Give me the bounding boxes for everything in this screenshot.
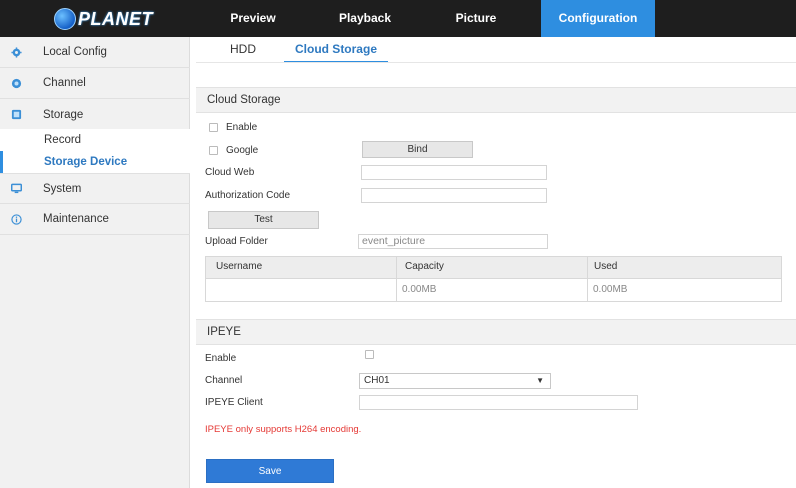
cloud-account-table: Username Capacity Used 0.00MB 0.00MB	[205, 256, 782, 302]
test-button[interactable]: Test	[208, 211, 319, 229]
tab-hdd[interactable]: HDD	[213, 37, 273, 63]
auth-code-label: Authorization Code	[205, 190, 291, 201]
ipeye-heading: IPEYE	[196, 319, 796, 345]
sidebar-item-label: System	[43, 182, 82, 195]
top-navigation-bar: PLANET Preview Playback Picture Configur…	[0, 0, 796, 37]
cloud-enable-checkbox[interactable]	[209, 123, 218, 132]
ipeye-enable-label: Enable	[205, 353, 237, 364]
ipeye-channel-label: Channel	[205, 375, 243, 386]
google-checkbox[interactable]	[209, 146, 218, 155]
sidebar-subitem-record[interactable]: Record	[0, 129, 190, 151]
column-header-capacity: Capacity	[405, 261, 444, 272]
ipeye-channel-select[interactable]: CH01 ▼	[359, 373, 551, 389]
sidebar-item-local-config[interactable]: Local Config	[0, 37, 190, 68]
camera-icon	[11, 78, 22, 88]
monitor-icon	[11, 183, 22, 194]
globe-icon	[54, 8, 76, 30]
column-header-username: Username	[216, 261, 263, 272]
info-icon	[11, 213, 22, 225]
column-header-used: Used	[594, 261, 618, 272]
sidebar-item-maintenance[interactable]: Maintenance	[0, 204, 190, 235]
table-cell-capacity: 0.00MB	[402, 284, 437, 295]
tab-picture[interactable]: Picture	[434, 0, 518, 37]
auth-code-input[interactable]	[361, 188, 547, 203]
upload-folder-input[interactable]: event_picture	[358, 234, 548, 249]
tab-preview[interactable]: Preview	[211, 0, 295, 37]
ipeye-client-label: IPEYE Client	[205, 397, 263, 408]
cloud-web-label: Cloud Web	[205, 167, 255, 178]
google-label: Google	[226, 145, 259, 156]
tab-cloud-storage[interactable]: Cloud Storage	[284, 37, 388, 63]
save-button[interactable]: Save	[206, 459, 334, 483]
upload-folder-label: Upload Folder	[205, 236, 268, 247]
sidebar-subitem-label: Record	[44, 134, 82, 146]
ipeye-client-input[interactable]	[359, 395, 638, 410]
cloud-enable-label: Enable	[226, 122, 258, 133]
sidebar: Local Config Channel Storage Record Stor…	[0, 37, 190, 488]
caret-down-icon: ▼	[536, 376, 544, 385]
ipeye-channel-value: CH01	[364, 375, 390, 386]
sidebar-item-storage[interactable]: Storage	[0, 99, 190, 130]
cloud-web-input[interactable]	[361, 165, 547, 180]
sidebar-subitem-storage-device[interactable]: Storage Device	[0, 151, 190, 173]
gear-icon	[11, 46, 22, 58]
column-divider	[396, 257, 397, 301]
sidebar-item-label: Maintenance	[43, 213, 109, 225]
sidebar-item-channel[interactable]: Channel	[0, 68, 190, 99]
planet-logo: PLANET	[54, 6, 153, 32]
tab-playback[interactable]: Playback	[323, 0, 407, 37]
table-header	[206, 257, 781, 279]
bind-button[interactable]: Bind	[362, 141, 473, 158]
table-cell-used: 0.00MB	[593, 284, 628, 295]
ipeye-encoding-note: IPEYE only supports H264 encoding.	[205, 424, 362, 435]
sidebar-item-label: Storage	[43, 108, 84, 121]
storage-icon	[11, 109, 22, 120]
sidebar-item-system[interactable]: System	[0, 173, 190, 204]
sidebar-item-label: Channel	[43, 77, 86, 89]
brand-name: PLANET	[78, 8, 153, 29]
sidebar-item-label: Local Config	[43, 46, 107, 58]
tab-configuration[interactable]: Configuration	[541, 0, 655, 37]
cloud-storage-heading: Cloud Storage	[196, 87, 796, 113]
sidebar-subitem-label: Storage Device	[44, 156, 128, 168]
ipeye-enable-checkbox[interactable]	[365, 350, 374, 359]
subtab-divider	[196, 62, 796, 63]
column-divider	[587, 257, 588, 301]
